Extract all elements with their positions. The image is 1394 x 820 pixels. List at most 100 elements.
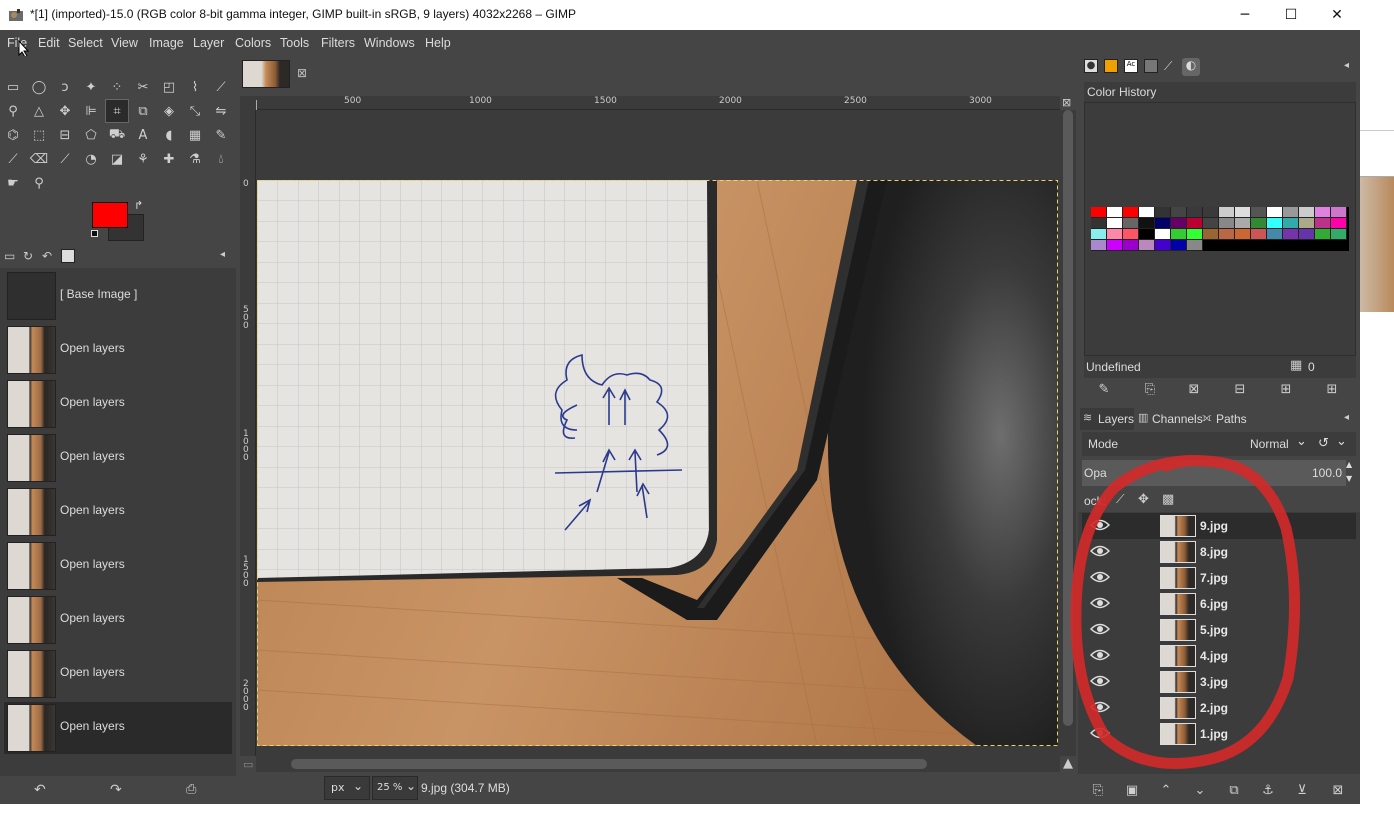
- text-tool-icon[interactable]: A: [132, 124, 154, 146]
- warp-transform-icon[interactable]: ◈: [158, 100, 180, 122]
- color-picker-icon[interactable]: ⟋: [210, 76, 232, 98]
- zoom-tool-icon[interactable]: ⚲: [2, 100, 24, 122]
- tab-paths[interactable]: ⟗ Paths: [1202, 408, 1262, 430]
- history-item[interactable]: [ Base Image ]: [4, 270, 232, 322]
- paintbrush-tool-icon[interactable]: ⟋: [2, 148, 24, 170]
- fuzzy-select-icon[interactable]: ✦: [80, 76, 102, 98]
- default-colors-icon[interactable]: [91, 230, 98, 237]
- align-tool-icon[interactable]: ⊫: [80, 100, 102, 122]
- palette-swatch[interactable]: [1171, 218, 1187, 229]
- foreground-select-icon[interactable]: ◰: [158, 76, 180, 98]
- brushes-tab-icon[interactable]: ●: [1084, 59, 1098, 73]
- delete-color-icon[interactable]: ⊠: [1184, 379, 1204, 399]
- palette-swatch[interactable]: [1235, 218, 1251, 229]
- airbrush-tool-icon[interactable]: ⟋: [54, 148, 76, 170]
- palette-swatch[interactable]: [1283, 207, 1299, 218]
- layer-name[interactable]: 4.jpg: [1200, 649, 1228, 663]
- history-item[interactable]: Open layers: [4, 648, 232, 700]
- palette-swatch[interactable]: [1107, 229, 1123, 240]
- layer-row[interactable]: 5.jpg: [1082, 617, 1356, 643]
- layer-row[interactable]: 4.jpg: [1082, 643, 1356, 669]
- palette-swatch[interactable]: [1155, 240, 1171, 251]
- layer-name[interactable]: 7.jpg: [1200, 571, 1228, 585]
- handle-transform-icon[interactable]: ⤡: [184, 100, 206, 122]
- eye-icon[interactable]: [1090, 596, 1110, 610]
- mode-select[interactable]: Normal ⌄: [1242, 432, 1310, 456]
- palette-swatch[interactable]: [1283, 229, 1299, 240]
- palette-swatch[interactable]: [1171, 229, 1187, 240]
- delete-layer-icon[interactable]: ⊠: [1328, 780, 1348, 800]
- palette-swatch[interactable]: [1251, 218, 1267, 229]
- ellipse-select-icon[interactable]: ◯: [28, 76, 50, 98]
- lock-pixels-icon[interactable]: ⟋: [1116, 492, 1124, 507]
- history-item[interactable]: Open layers: [4, 540, 232, 592]
- palette-swatch[interactable]: [1107, 240, 1123, 251]
- zoom-fit-icon[interactable]: ⊠: [1062, 96, 1071, 109]
- layer-name[interactable]: 5.jpg: [1200, 623, 1228, 637]
- palette-swatch[interactable]: [1139, 240, 1155, 251]
- palette-swatch[interactable]: [1091, 207, 1107, 218]
- palette-swatch[interactable]: [1219, 229, 1235, 240]
- palette-swatch[interactable]: [1219, 218, 1235, 229]
- flip-tool-icon[interactable]: ⇋: [210, 100, 232, 122]
- menu-layer[interactable]: Layer: [193, 36, 224, 50]
- palette-swatch[interactable]: [1235, 207, 1251, 218]
- palette-swatch[interactable]: [1171, 240, 1187, 251]
- layer-name[interactable]: 9.jpg: [1200, 519, 1228, 533]
- palette-swatch[interactable]: [1251, 229, 1267, 240]
- rect-select-icon[interactable]: ▭: [2, 76, 24, 98]
- ink-tool-icon[interactable]: ◔: [80, 148, 102, 170]
- palette-swatch[interactable]: [1299, 229, 1315, 240]
- history-item[interactable]: Open layers: [4, 486, 232, 538]
- blur-sharpen-icon[interactable]: 💧︎: [210, 148, 232, 170]
- quick-mask-icon[interactable]: ▭: [243, 758, 253, 771]
- palette-swatch[interactable]: [1139, 218, 1155, 229]
- patterns-tab-icon[interactable]: [1104, 59, 1118, 73]
- palette-swatch[interactable]: [1187, 207, 1203, 218]
- raise-layer-icon[interactable]: ⌃: [1156, 780, 1176, 800]
- palette-swatch[interactable]: [1315, 218, 1331, 229]
- menu-help[interactable]: Help: [425, 36, 451, 50]
- blend-tool-icon[interactable]: ▦: [184, 124, 206, 146]
- history-item[interactable]: Open layers: [4, 432, 232, 484]
- palette-swatch[interactable]: [1107, 207, 1123, 218]
- panel-menu-icon[interactable]: ◂: [220, 249, 225, 260]
- images-tab-icon[interactable]: [61, 249, 75, 263]
- layer-name[interactable]: 6.jpg: [1200, 597, 1228, 611]
- tab-layers[interactable]: ≋ Layers: [1080, 408, 1134, 430]
- close-image-tab-icon[interactable]: ⊠: [297, 66, 307, 80]
- eye-icon[interactable]: [1090, 674, 1110, 688]
- vertical-scrollbar[interactable]: [1060, 110, 1076, 756]
- select-by-color-icon[interactable]: ⁘: [106, 76, 128, 98]
- tool-options-tab-icon[interactable]: ▭: [4, 249, 15, 263]
- pencil-tool-icon[interactable]: ✎: [210, 124, 232, 146]
- tab-channels[interactable]: ▥ Channels: [1136, 408, 1203, 430]
- navigate-icon[interactable]: ▲: [1063, 756, 1073, 771]
- palette-swatch[interactable]: [1139, 207, 1155, 218]
- palette-swatch[interactable]: [1331, 218, 1347, 229]
- palette-swatch[interactable]: [1171, 207, 1187, 218]
- lock-position-icon[interactable]: ✥: [1138, 492, 1149, 507]
- color-history-tab-icon[interactable]: ◐: [1182, 58, 1200, 76]
- palette-swatch[interactable]: [1299, 218, 1315, 229]
- palette-swatch[interactable]: [1315, 207, 1331, 218]
- anchor-layer-icon[interactable]: ⚓︎: [1258, 780, 1278, 800]
- heal-tool-icon[interactable]: ✚: [158, 148, 180, 170]
- merge-layer-icon[interactable]: ⊻: [1292, 780, 1312, 800]
- grid-columns-value[interactable]: 0: [1308, 360, 1315, 374]
- menu-colors[interactable]: Colors: [235, 36, 271, 50]
- chevron-down-icon[interactable]: ⌄: [1336, 434, 1347, 449]
- bucket-fill-icon[interactable]: ⛟: [106, 124, 128, 146]
- layer-row[interactable]: 6.jpg: [1082, 591, 1356, 617]
- redo-icon[interactable]: ↷: [110, 782, 122, 798]
- palette-swatch[interactable]: [1139, 229, 1155, 240]
- eye-icon[interactable]: [1090, 622, 1110, 636]
- unified-transform-icon[interactable]: ⧉: [132, 100, 154, 122]
- unit-select[interactable]: px ⌄: [324, 776, 370, 800]
- palette-swatch[interactable]: [1123, 229, 1139, 240]
- free-select-icon[interactable]: ↄ: [54, 76, 76, 98]
- horizontal-scrollbar[interactable]: [256, 756, 1060, 772]
- scissors-select-icon[interactable]: ✂: [132, 76, 154, 98]
- menu-edit[interactable]: Edit: [38, 36, 60, 50]
- palette-swatch[interactable]: [1203, 229, 1219, 240]
